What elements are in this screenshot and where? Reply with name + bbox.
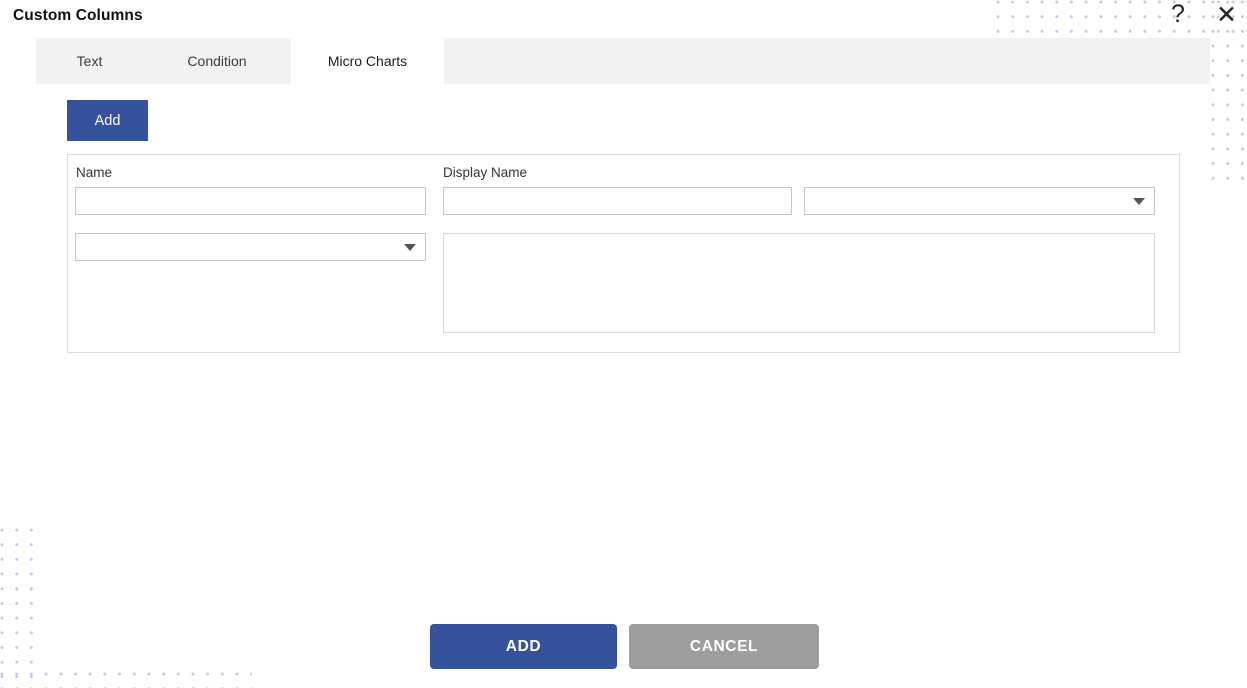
chevron-down-icon [404,244,416,251]
display-name-label: Display Name [443,165,528,180]
add-row-button[interactable]: Add [67,100,148,141]
tab-bar: Text Condition Micro Charts [36,38,1210,84]
page-title: Custom Columns [13,7,143,24]
tab-bar-filler [444,38,1210,84]
help-icon[interactable]: ? [1171,2,1185,27]
name-input[interactable] [75,187,426,215]
source-select[interactable] [75,233,426,261]
decorative-dot-pattern-bottom-left [0,672,252,688]
decorative-dot-pattern-top-right [996,0,1247,33]
close-icon[interactable]: ✕ [1216,3,1237,28]
decorative-dot-pattern-left-edge [0,528,37,688]
name-label: Name [76,165,113,180]
tab-text[interactable]: Text [36,38,143,84]
confirm-add-button[interactable]: ADD [430,624,617,669]
chart-type-select[interactable] [804,187,1155,215]
cancel-button[interactable]: CANCEL [629,624,819,669]
tab-condition[interactable]: Condition [143,38,291,84]
micro-chart-definition-panel: Name Display Name [67,154,1180,353]
display-name-input[interactable] [443,187,792,215]
expression-textarea[interactable] [443,233,1155,333]
chevron-down-icon [1133,198,1145,205]
tab-micro-charts[interactable]: Micro Charts [291,38,444,84]
